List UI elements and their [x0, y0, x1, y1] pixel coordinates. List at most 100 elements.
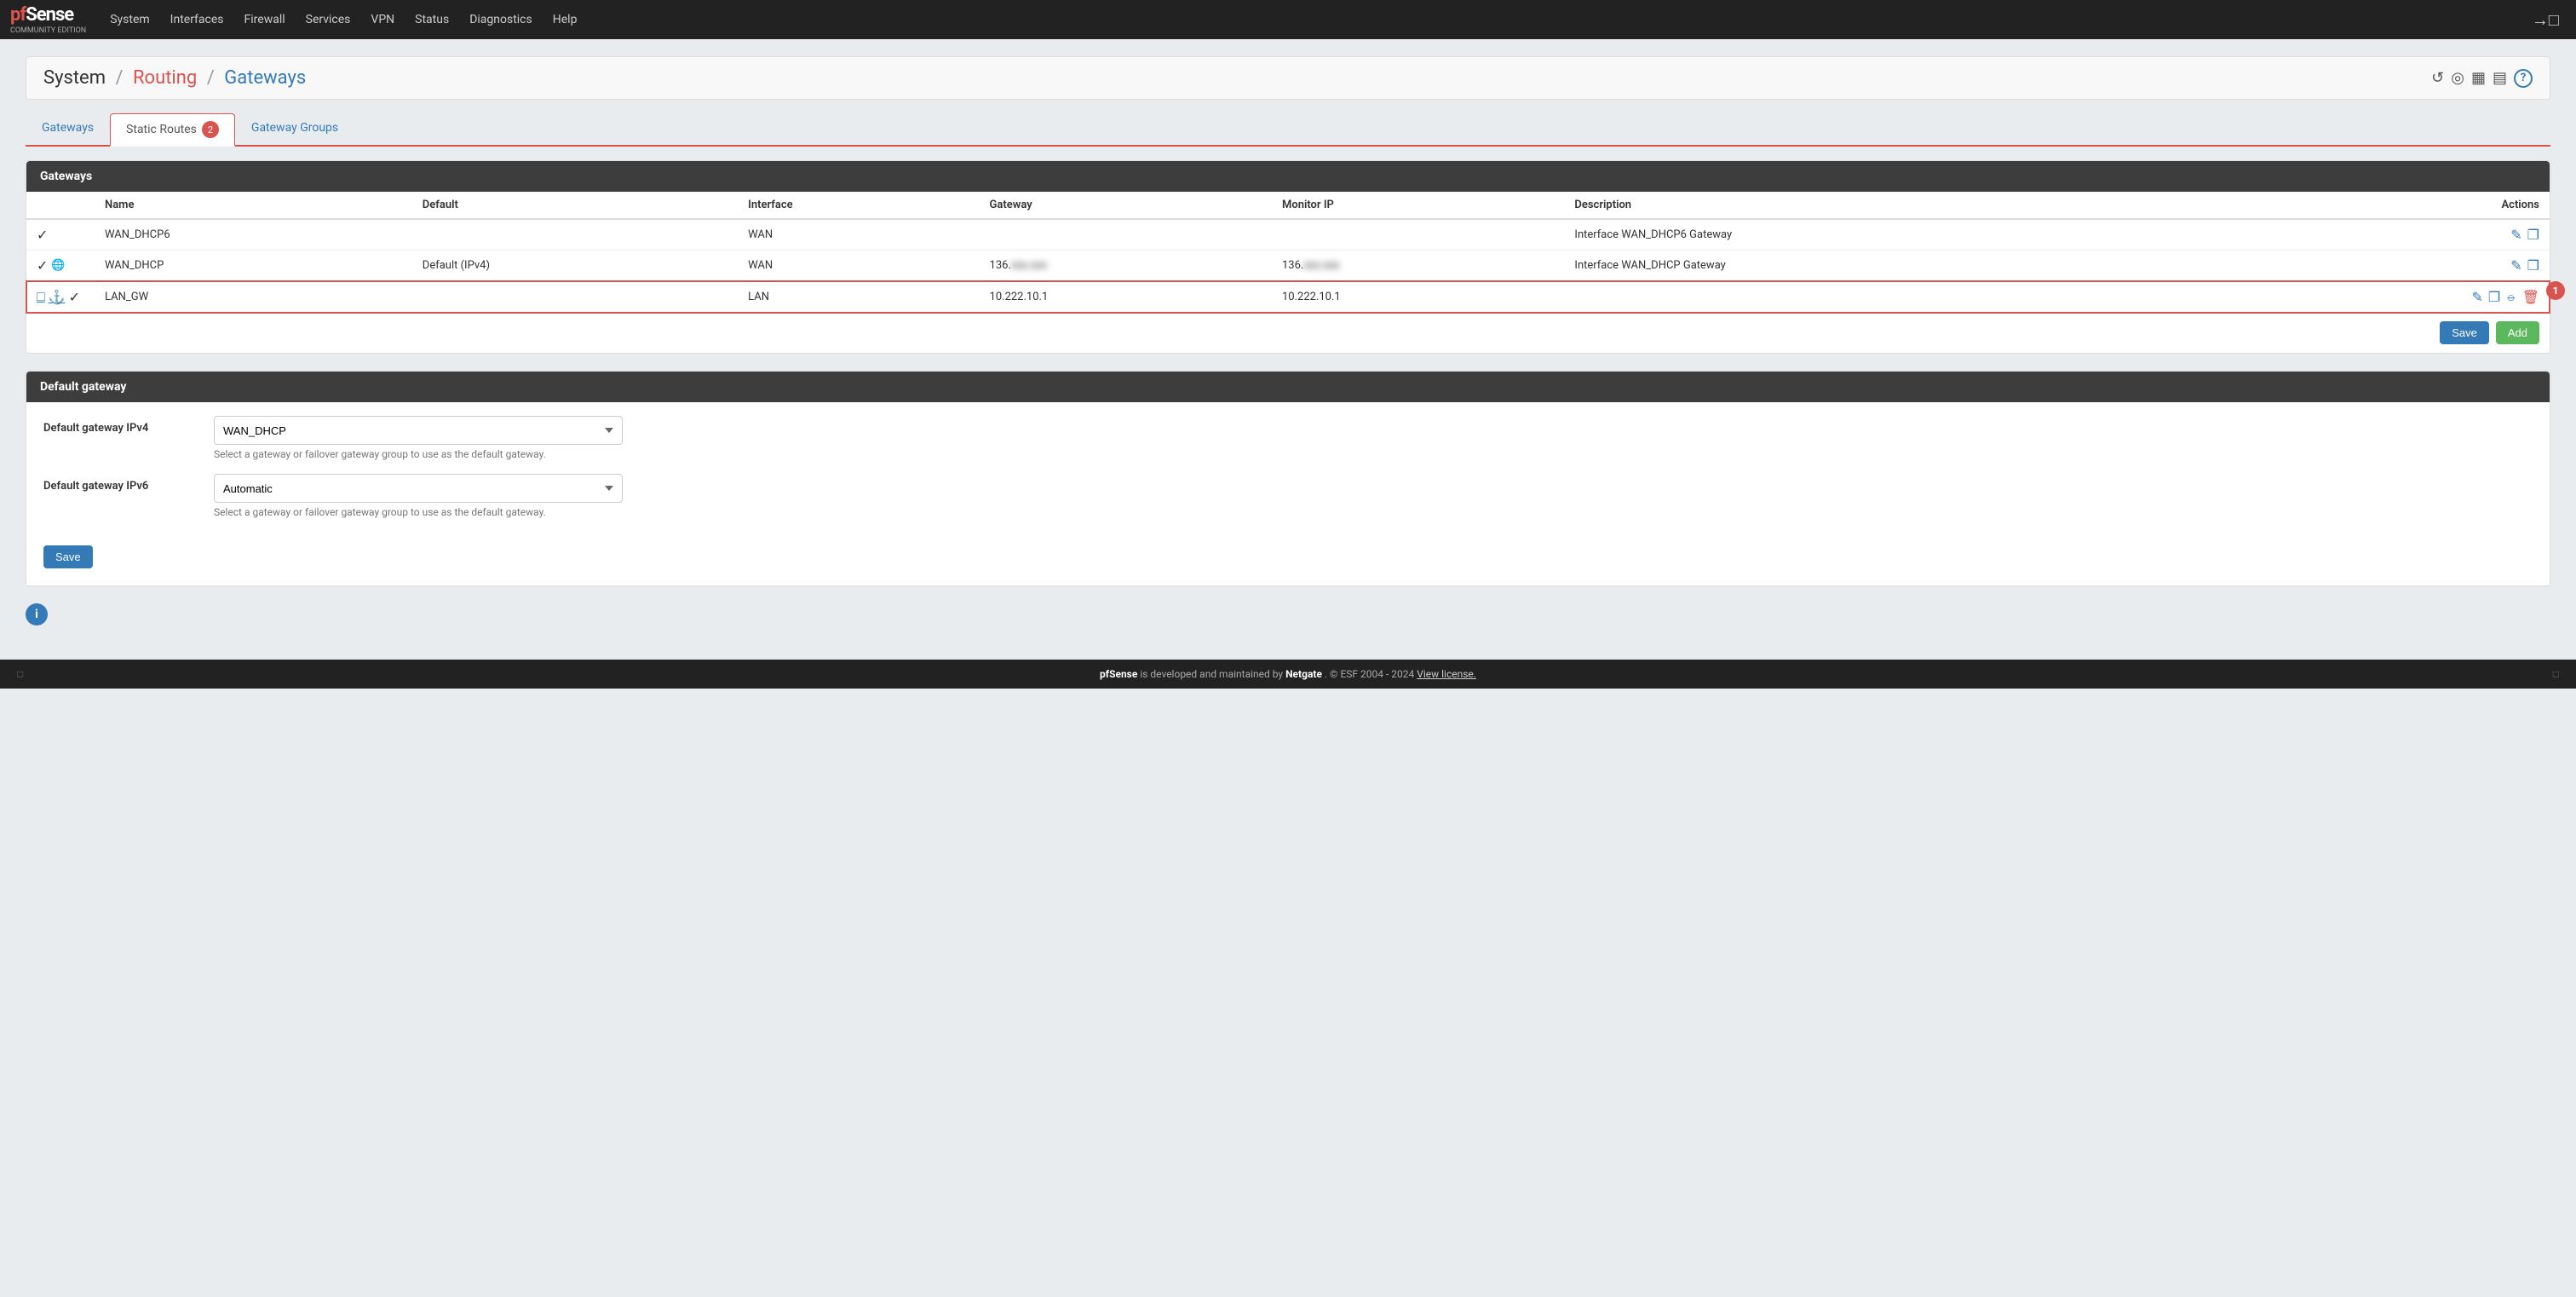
nav-item-interfaces[interactable]: Interfaces [160, 0, 234, 39]
breadcrumb-routing[interactable]: Routing [133, 67, 197, 89]
col-icons [26, 192, 95, 219]
gateway-actions: ✎ ❐ [2222, 251, 2550, 281]
footer-company: Netgate [1285, 668, 1322, 680]
col-description: Description [1564, 192, 2222, 219]
tab-static-routes[interactable]: Static Routes 2 [110, 113, 235, 145]
save-button[interactable]: Save [2440, 321, 2489, 344]
add-button[interactable]: Add [2496, 321, 2539, 344]
disable-icon[interactable]: ⦵ [2505, 288, 2516, 305]
chart-icon[interactable]: ▦ [2471, 69, 2486, 87]
edit-icon[interactable]: ✎ [2510, 227, 2521, 243]
gateway-monitor-ip: 10.222.10.1 [1272, 281, 1564, 313]
status-checkmark-icon: ✓ [37, 257, 48, 274]
breadcrumb-system: System [43, 67, 106, 89]
delete-icon[interactable]: 🗑 [2522, 289, 2539, 305]
navbar: pfSense COMMUNITY EDITION System Interfa… [0, 0, 2576, 39]
stop-icon[interactable]: ◎ [2451, 69, 2464, 87]
edition-label: COMMUNITY EDITION [10, 27, 86, 35]
gateways-panel-title: Gateways [26, 161, 2550, 192]
gateway-default: Default (IPv4) [412, 251, 738, 281]
default-gateway-title: Default gateway [26, 372, 2550, 402]
info-circle-icon[interactable]: i [26, 603, 48, 625]
ipv6-help: Select a gateway or failover gateway gro… [214, 506, 2533, 518]
ipv4-select[interactable]: WAN_DHCP Automatic None [214, 416, 623, 445]
gateway-actions: ✎ ❐ [2222, 219, 2550, 251]
edit-icon[interactable]: ✎ [2510, 257, 2521, 274]
nav-item-vpn[interactable]: VPN [360, 0, 405, 39]
gateways-panel: Gateways Name Default Interface Gateway … [26, 160, 2550, 354]
copy-icon[interactable]: ❐ [2527, 257, 2539, 274]
gateway-interface: WAN [738, 219, 979, 251]
ipv4-help: Select a gateway or failover gateway gro… [214, 448, 2533, 460]
ipv6-form-group: Default gateway IPv6 Automatic WAN_DHCP6… [43, 474, 2533, 518]
ipv4-form-group: Default gateway IPv4 WAN_DHCP Automatic … [43, 416, 2533, 460]
footer: □ pfSense is developed and maintained by… [0, 660, 2576, 689]
nav-item-diagnostics[interactable]: Diagnostics [459, 0, 543, 39]
reload-icon[interactable]: ↺ [2431, 69, 2444, 87]
edit-icon[interactable]: ✎ [2471, 289, 2482, 305]
default-gateway-form: Default gateway IPv4 WAN_DHCP Automatic … [26, 402, 2550, 545]
gateway-ip: 10.222.10.1 [980, 281, 1272, 313]
gateway-default [412, 281, 738, 313]
anchor-icon[interactable]: ⚓ [49, 289, 66, 305]
nav-item-system[interactable]: System [100, 0, 159, 39]
footer-copyright: . © ESF 2004 - 2024 [1325, 668, 1417, 680]
gateway-description [1564, 281, 2222, 313]
col-interface: Interface [738, 192, 979, 219]
static-routes-badge: 2 [202, 121, 219, 138]
nav-item-firewall[interactable]: Firewall [234, 0, 296, 39]
footer-text: is developed and maintained by [1140, 668, 1285, 680]
list-icon[interactable]: ▤ [2493, 69, 2507, 87]
navbar-right: →□ [2525, 9, 2566, 31]
gateway-actions: ✎ ❐ ⦵ 🗑 1 [2222, 281, 2550, 313]
ipv6-select[interactable]: Automatic WAN_DHCP6 None [214, 474, 623, 503]
pfsense-logo: pfSense [10, 4, 86, 26]
default-gateway-panel: Default gateway Default gateway IPv4 WAN… [26, 371, 2550, 586]
nav-item-status[interactable]: Status [405, 0, 459, 39]
copy-icon[interactable]: ❐ [2488, 289, 2500, 305]
table-row: ✓ 🌐 WAN_DHCP Default (IPv4) WAN 136.xxx.… [26, 251, 2550, 281]
help-icon[interactable]: ? [2514, 69, 2533, 88]
logout-button[interactable]: →□ [2525, 9, 2566, 30]
brand-logo[interactable]: pfSense COMMUNITY EDITION [10, 4, 86, 35]
status-checkmark-icon: ✓ [69, 289, 80, 305]
gateway-interface: WAN [738, 251, 979, 281]
row-number-badge: 1 [2546, 281, 2565, 300]
gateway-interface: LAN [738, 281, 979, 313]
ipv6-label: Default gateway IPv6 [43, 474, 214, 493]
routing-tabs: Gateways Static Routes 2 Gateway Groups [26, 113, 2550, 147]
row-icons-cell: ✓ 🌐 [26, 251, 95, 281]
breadcrumb: System / Routing / Gateways [43, 67, 306, 89]
copy-icon[interactable]: ❐ [2527, 227, 2539, 243]
tab-gateways[interactable]: Gateways [26, 113, 110, 145]
col-default: Default [412, 192, 738, 219]
page-header: System / Routing / Gateways ↺ ◎ ▦ ▤ ? [26, 56, 2550, 100]
col-name: Name [95, 192, 412, 219]
content-wrapper: System / Routing / Gateways ↺ ◎ ▦ ▤ ? Ga… [0, 39, 2576, 660]
header-action-icons: ↺ ◎ ▦ ▤ ? [2431, 69, 2533, 88]
col-gateway: Gateway [980, 192, 1272, 219]
default-gateway-save-button[interactable]: Save [43, 545, 93, 568]
gateway-monitor-ip [1272, 219, 1564, 251]
footer-brand: pfSense [1100, 668, 1137, 680]
table-row: □ ⚓ ✓ LAN_GW LAN 10.222.10.1 10.222.10.1… [26, 281, 2550, 313]
row-icons-cell: ✓ [26, 219, 95, 251]
footer-license-link[interactable]: View license. [1417, 668, 1476, 680]
gateway-ip: 136.xxx.xxx [980, 251, 1272, 281]
col-monitor-ip: Monitor IP [1272, 192, 1564, 219]
ipv4-label: Default gateway IPv4 [43, 416, 214, 435]
nav-item-services[interactable]: Services [296, 0, 361, 39]
gateway-description: Interface WAN_DHCP Gateway [1564, 251, 2222, 281]
footer-left-icon: □ [17, 668, 23, 680]
gateway-default [412, 219, 738, 251]
gateway-ip [980, 219, 1272, 251]
gateway-name: LAN_GW [95, 281, 412, 313]
square-icon[interactable]: □ [37, 288, 45, 305]
globe-icon: 🌐 [51, 259, 65, 272]
nav-item-help[interactable]: Help [543, 0, 588, 39]
tab-gateway-groups[interactable]: Gateway Groups [235, 113, 354, 145]
status-checkmark-icon: ✓ [37, 227, 48, 243]
gateway-description: Interface WAN_DHCP6 Gateway [1564, 219, 2222, 251]
nav-menu: System Interfaces Firewall Services VPN … [100, 0, 587, 39]
breadcrumb-gateways[interactable]: Gateways [224, 67, 306, 89]
